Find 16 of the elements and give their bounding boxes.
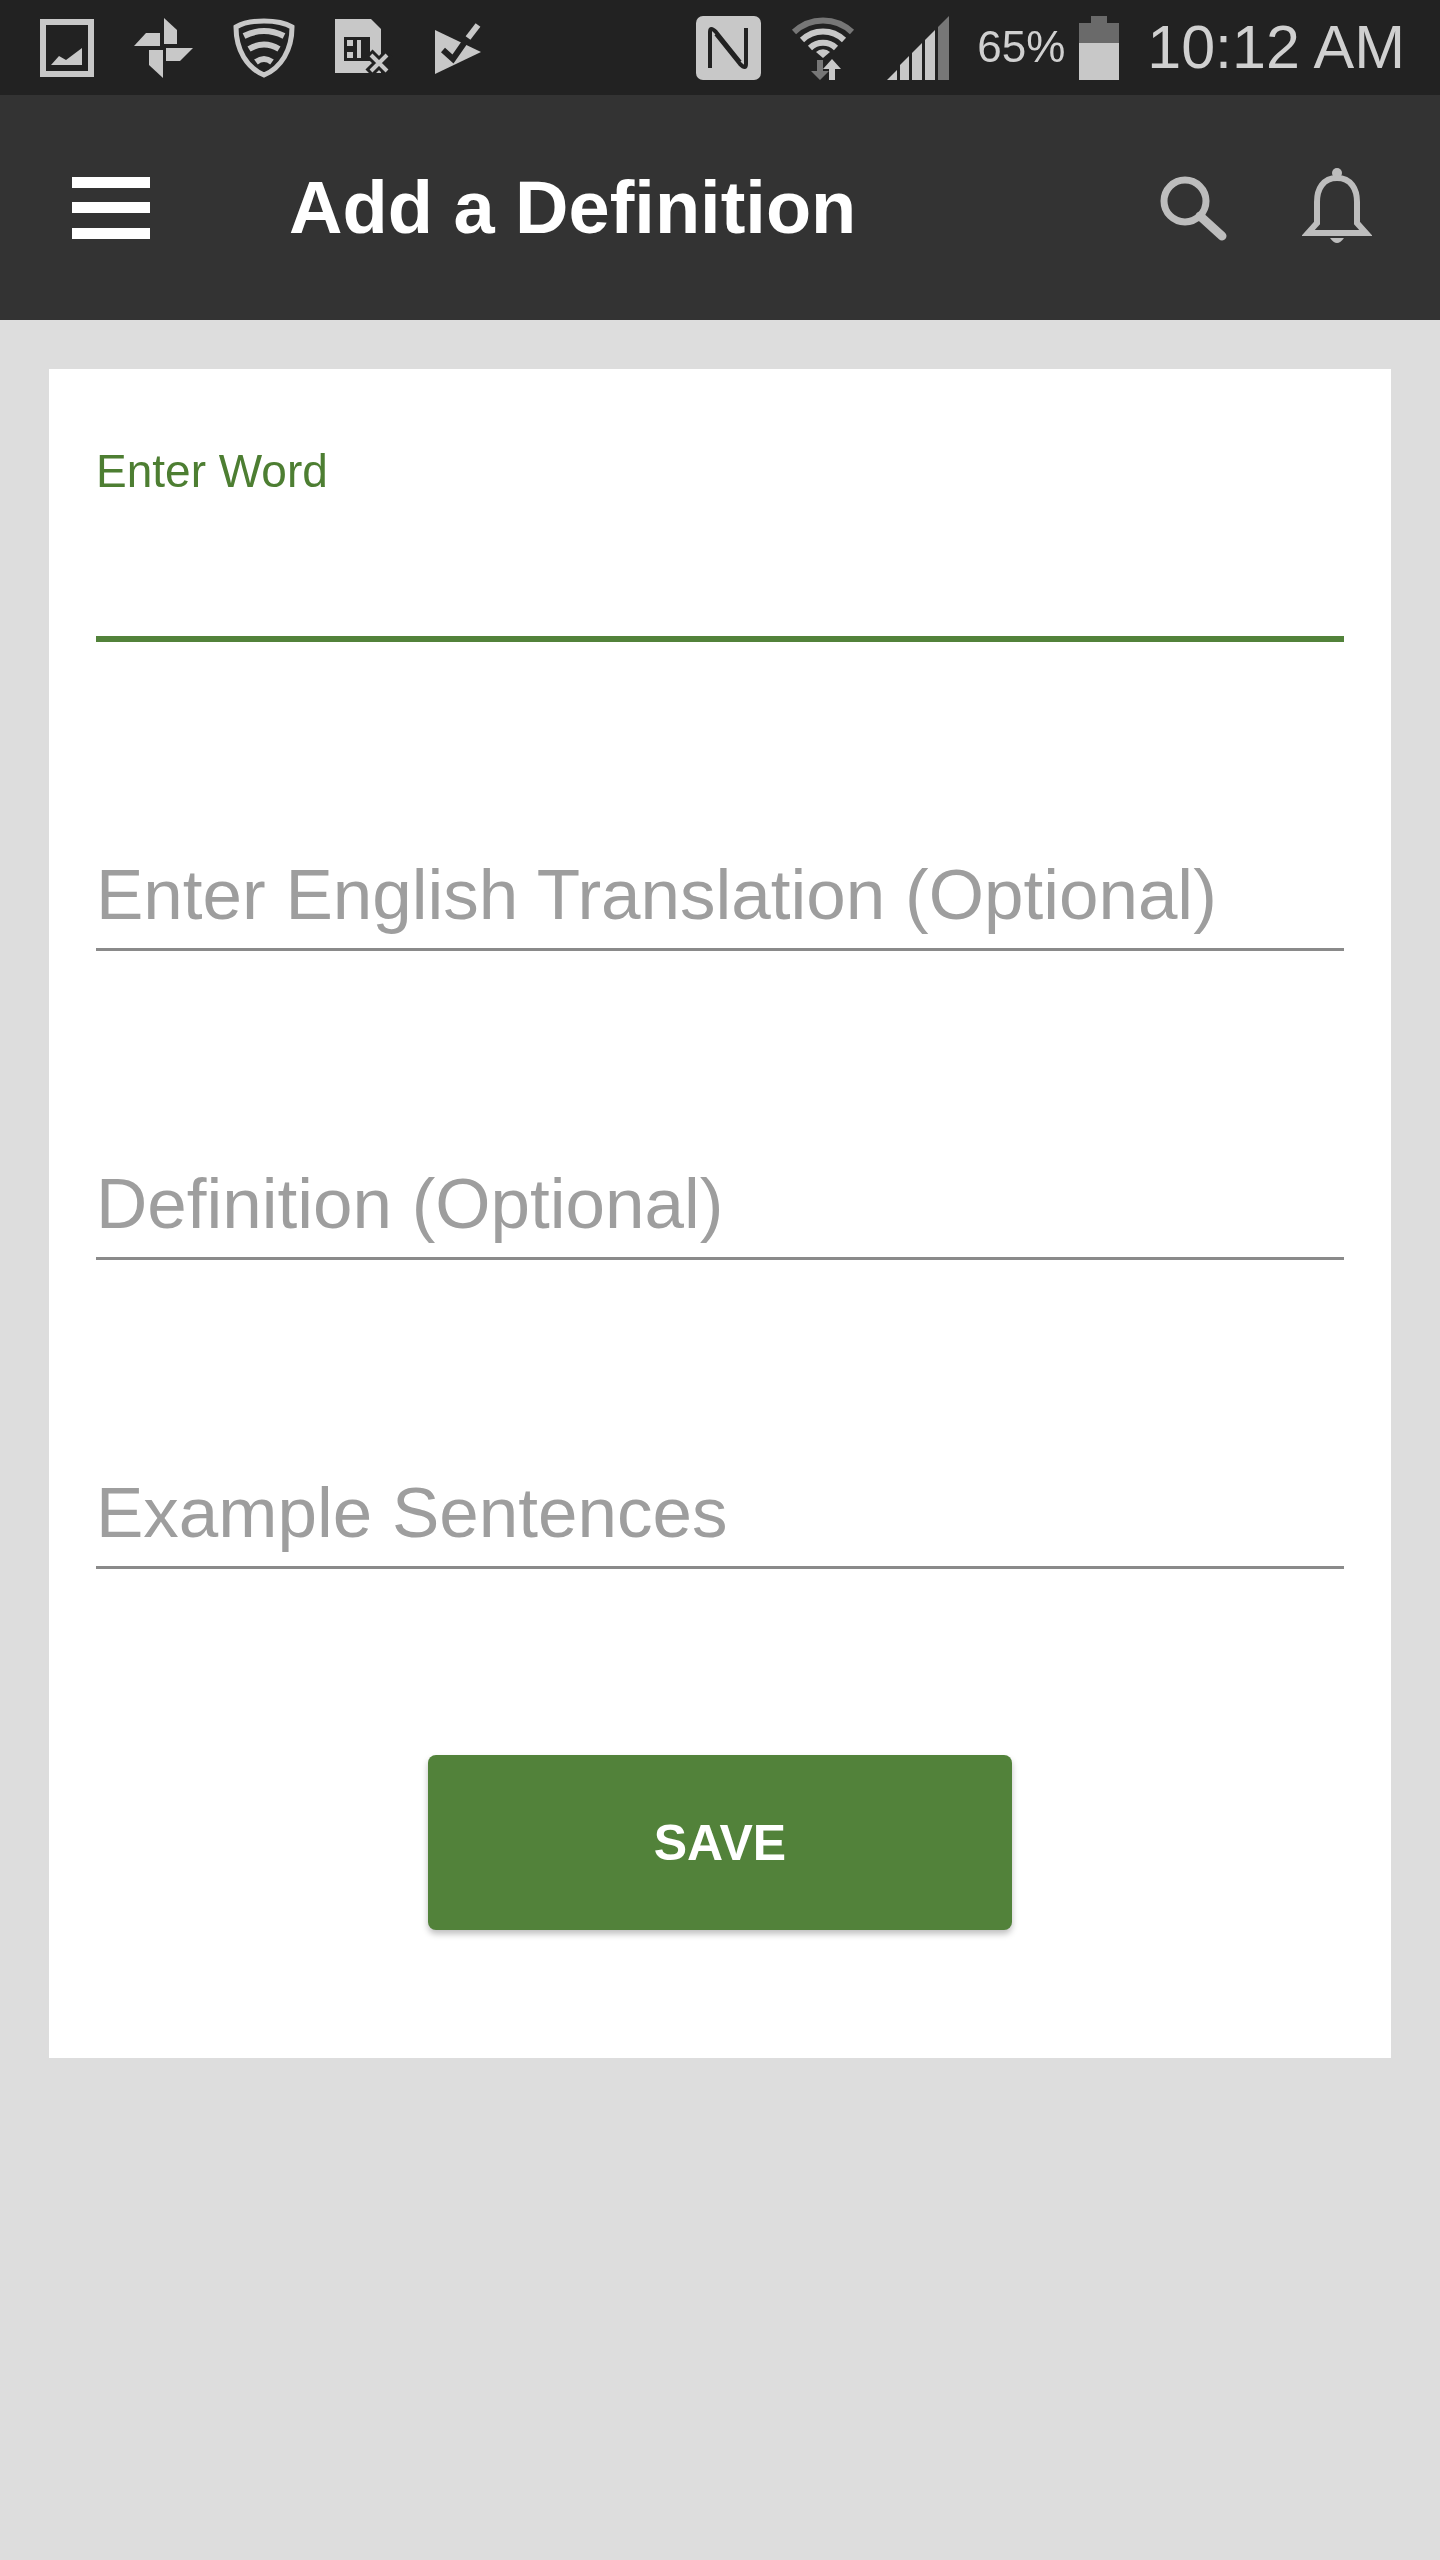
battery-percentage: 65% [977, 23, 1066, 72]
pinwheel-icon [134, 17, 193, 78]
check-triangle-icon [433, 21, 483, 74]
input-field[interactable]: Enter English Translation (Optional) [96, 854, 1344, 951]
input-field[interactable]: Example Sentences [96, 1472, 1344, 1569]
menu-icon[interactable] [72, 176, 150, 239]
field-label: Enter Word [96, 444, 328, 499]
screen-title: Add a Definition [289, 164, 857, 251]
save-button[interactable]: SAVE [428, 1755, 1012, 1930]
nfc-icon [696, 15, 762, 80]
image-icon [40, 18, 94, 77]
signal-icon [885, 15, 950, 80]
input-field[interactable]: Definition (Optional) [96, 1163, 1344, 1260]
clock-time: 10:12 AM [1147, 13, 1405, 82]
battery-icon [1079, 15, 1120, 80]
shield-icon [233, 17, 295, 78]
